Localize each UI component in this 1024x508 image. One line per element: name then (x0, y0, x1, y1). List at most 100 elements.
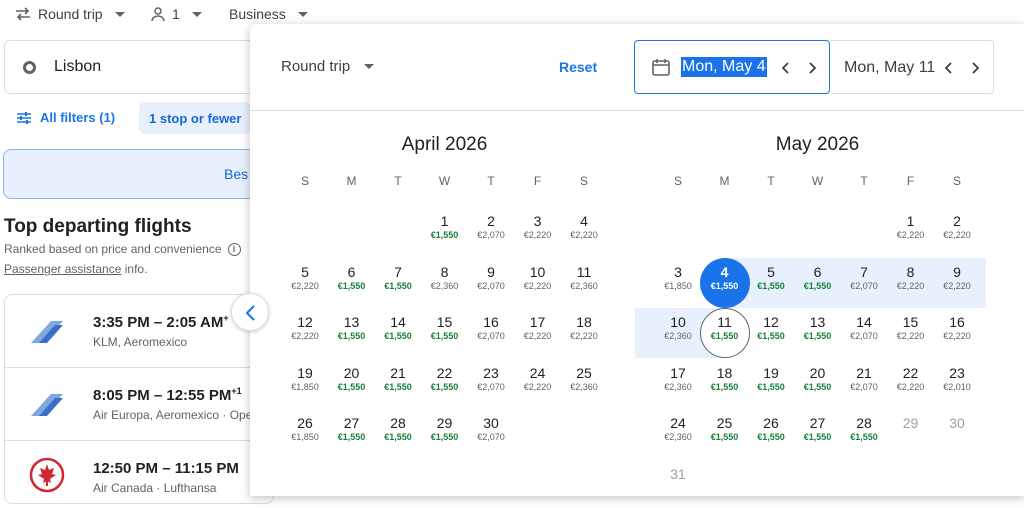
chevron-right-icon[interactable] (803, 59, 821, 77)
calendar-day[interactable]: 4 €2,220 (561, 209, 607, 255)
calendar-day[interactable]: 19 €1,550 (748, 361, 794, 407)
day-number: 12 (297, 314, 313, 330)
calendar-day[interactable]: 7 €1,550 (375, 260, 421, 306)
return-date-field[interactable]: Mon, May 11 (830, 40, 994, 94)
calendar-day[interactable]: 21 €1,550 (375, 361, 421, 407)
stops-filter-chip[interactable]: 1 stop or fewer (139, 102, 252, 134)
trip-type-select[interactable]: Round trip (14, 6, 125, 22)
chevron-left-icon[interactable] (940, 59, 958, 77)
calendar-day[interactable]: 15 €1,550 (422, 310, 468, 356)
cabin-class-select[interactable]: Business (229, 6, 308, 22)
calendar-day[interactable]: 29 €1,550 (422, 411, 468, 457)
day-number: 6 (813, 263, 822, 280)
day-number: 7 (394, 263, 402, 280)
calendar-day[interactable]: 5 €1,550 (748, 260, 794, 306)
day-price: €2,220 (523, 280, 552, 291)
calendar-day[interactable]: 24 €2,220 (515, 361, 561, 407)
calendar-day[interactable]: 14 €2,070 (841, 310, 887, 356)
passengers-select[interactable]: 1 (150, 6, 202, 22)
calendar-day[interactable]: 10 €2,360 (655, 310, 701, 356)
calendar-day[interactable]: 10 €2,220 (515, 260, 561, 306)
calendar-day[interactable]: 23 €2,070 (468, 361, 514, 407)
day-price: €1,550 (337, 432, 366, 442)
chevron-left-icon[interactable] (777, 59, 795, 77)
flight-row[interactable]: 12:50 PM – 11:15 PM Air Canada · Lufthan… (5, 441, 273, 503)
departure-date-value[interactable]: Mon, May 4 (681, 57, 767, 77)
calendar-day[interactable]: 16 €2,070 (468, 310, 514, 356)
calendar-day[interactable]: 27 €1,550 (329, 411, 375, 457)
calendar-day[interactable]: 26 €1,850 (282, 411, 328, 457)
calendar-day[interactable]: 6 €1,550 (795, 260, 841, 306)
calendar-day[interactable]: 4 €1,550 (702, 260, 748, 306)
calendar-day[interactable]: 25 €2,360 (561, 361, 607, 407)
calendar-day[interactable]: 1 €1,550 (422, 209, 468, 255)
calendar-day[interactable]: 22 €2,220 (888, 361, 934, 407)
day-price: €2,070 (477, 381, 505, 392)
calendar-day[interactable]: 27 €1,550 (795, 411, 841, 457)
calendar-day[interactable]: 22 €1,550 (422, 361, 468, 407)
calendar-day[interactable]: 20 €1,550 (329, 361, 375, 407)
calendar-day[interactable]: 5 €2,220 (282, 260, 328, 306)
calendar-day[interactable]: 21 €2,070 (841, 361, 887, 407)
day-price: €2,220 (570, 230, 598, 240)
weekday-label: T (860, 174, 868, 188)
day-number: 31 (670, 465, 686, 482)
picker-trip-type-select[interactable]: Round trip (281, 58, 375, 75)
calendar-day[interactable]: 19 €1,850 (282, 361, 328, 407)
calendar-day[interactable]: 28 €1,550 (375, 411, 421, 457)
day-number: 15 (902, 314, 919, 330)
day-number: 20 (343, 364, 360, 381)
calendar-day[interactable]: 20 €1,550 (795, 361, 841, 407)
calendar-day[interactable]: 8 €2,220 (888, 260, 934, 306)
calendar-day[interactable]: 16 €2,220 (934, 310, 980, 356)
day-number: 20 (809, 364, 826, 381)
calendar-day[interactable]: 11 €2,360 (561, 260, 607, 306)
passenger-assistance-link[interactable]: Passenger assistance (4, 262, 121, 276)
info-icon[interactable]: i (227, 242, 241, 256)
tab-best[interactable]: Bes (3, 149, 263, 199)
calendar-day[interactable]: 2 €2,220 (934, 209, 980, 255)
chevron-right-icon[interactable] (966, 59, 984, 77)
flight-row[interactable]: 8:05 PM – 12:55 PM+1 Air Europa, Aeromex… (5, 368, 273, 441)
departure-date-field[interactable]: Mon, May 4 (634, 40, 830, 94)
day-price: €2,220 (523, 331, 552, 341)
day-price: €2,070 (850, 280, 878, 291)
day-price: €2,360 (664, 331, 692, 341)
calendar-day[interactable]: 14 €1,550 (375, 310, 421, 356)
reset-button[interactable]: Reset (559, 59, 597, 75)
calendar-day[interactable]: 17 €2,360 (655, 361, 701, 407)
chevron-down-icon (364, 64, 375, 69)
assist-line: Passenger assistance info. (4, 262, 147, 276)
calendar-day[interactable]: 24 €2,360 (655, 411, 701, 457)
calendar-day[interactable]: 11 €1,550 (702, 310, 748, 356)
calendar-day[interactable]: 8 €2,360 (422, 260, 468, 306)
calendar-day[interactable]: 12 €1,550 (748, 310, 794, 356)
calendar-day[interactable]: 18 €2,220 (561, 310, 607, 356)
calendar-day[interactable]: 17 €2,220 (515, 310, 561, 356)
day-price: €2,220 (291, 331, 319, 341)
day-price: €2,070 (477, 230, 505, 240)
calendar-day[interactable]: 23 €2,010 (934, 361, 980, 407)
calendar-day[interactable]: 7 €2,070 (841, 260, 887, 306)
previous-month-button[interactable] (231, 293, 269, 331)
calendar-day[interactable]: 12 €2,220 (282, 310, 328, 356)
calendar-day[interactable]: 30 €2,070 (468, 411, 514, 457)
all-filters-button[interactable]: All filters (1) (16, 110, 115, 125)
calendar-day[interactable]: 13 €1,550 (329, 310, 375, 356)
calendar-day[interactable]: 9 €2,220 (934, 260, 980, 306)
day-number: 23 (483, 364, 499, 381)
calendar-day[interactable]: 6 €1,550 (329, 260, 375, 306)
weekday-label: S (952, 174, 961, 188)
calendar-day[interactable]: 18 €1,550 (702, 361, 748, 407)
calendar-day[interactable]: 1 €2,220 (888, 209, 934, 255)
calendar-day[interactable]: 9 €2,070 (468, 260, 514, 306)
calendar-day[interactable]: 3 €2,220 (515, 209, 561, 255)
calendar-day[interactable]: 28 €1,550 (841, 411, 887, 457)
calendar-day[interactable]: 15 €2,220 (888, 310, 934, 356)
calendar-day[interactable]: 25 €1,550 (702, 411, 748, 457)
calendar-day[interactable]: 26 €1,550 (748, 411, 794, 457)
calendar-day[interactable]: 3 €1,850 (655, 260, 701, 306)
calendar-day[interactable]: 13 €1,550 (795, 310, 841, 356)
calendar-day[interactable]: 2 €2,070 (468, 209, 514, 255)
weekday-label: S (673, 174, 682, 188)
